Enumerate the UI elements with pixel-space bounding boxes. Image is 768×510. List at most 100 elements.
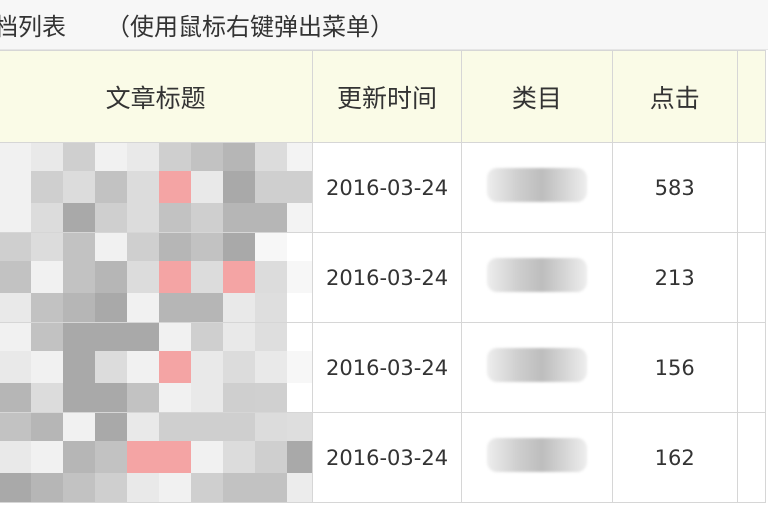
- mosaic-tile: [287, 171, 312, 203]
- mosaic-tile: [63, 351, 95, 383]
- mosaic-tile: [31, 233, 63, 261]
- table-row[interactable]: 2016-03-24 162: [0, 412, 767, 503]
- mosaic-tile: [63, 143, 95, 171]
- list-title-bar: 档列表 （使用鼠标右键弹出菜单）: [0, 0, 768, 50]
- mosaic-tile: [31, 323, 63, 351]
- mosaic-tile: [95, 323, 127, 351]
- mosaic-tile: [223, 293, 255, 322]
- obscured-title: [0, 233, 312, 322]
- mosaic-tile: [255, 473, 287, 502]
- mosaic-tile: [159, 351, 191, 383]
- article-table: 文章标题 更新时间 类目 点击 2016-03-24 583 2016-03-2…: [0, 50, 767, 503]
- mosaic-tile: [159, 441, 191, 473]
- article-title-cell[interactable]: [0, 412, 314, 503]
- mosaic-tile: [63, 473, 95, 502]
- mosaic-tile: [0, 143, 31, 171]
- mosaic-tile: [0, 261, 31, 293]
- mosaic-tile: [191, 233, 223, 261]
- mosaic-tile: [255, 233, 287, 261]
- column-header-extra: [736, 50, 767, 143]
- mosaic-tile: [127, 323, 159, 351]
- table-row[interactable]: 2016-03-24 583: [0, 142, 767, 233]
- mosaic-tile: [191, 171, 223, 203]
- mosaic-tile: [255, 293, 287, 322]
- mosaic-tile: [95, 203, 127, 232]
- updated-date-cell: 2016-03-24: [312, 232, 462, 323]
- mosaic-tile: [63, 441, 95, 473]
- mosaic-tile: [191, 383, 223, 412]
- mosaic-tile: [159, 323, 191, 351]
- table-header-row: 文章标题 更新时间 类目 点击: [0, 50, 767, 143]
- extra-cell: [736, 142, 767, 233]
- updated-date-cell: 2016-03-24: [312, 412, 462, 503]
- mosaic-tile: [95, 143, 127, 171]
- column-header-updated[interactable]: 更新时间: [312, 50, 462, 143]
- article-title-cell[interactable]: [0, 322, 314, 413]
- mosaic-tile: [127, 171, 159, 203]
- mosaic-tile: [127, 413, 159, 441]
- obscured-category: [486, 258, 587, 292]
- clicks-cell: 583: [611, 142, 738, 233]
- mosaic-tile: [223, 413, 255, 441]
- mosaic-tile: [0, 473, 31, 502]
- mosaic-tile: [287, 143, 312, 171]
- article-title-cell[interactable]: [0, 232, 314, 323]
- mosaic-tile: [223, 383, 255, 412]
- table-row[interactable]: 2016-03-24 213: [0, 232, 767, 323]
- mosaic-tile: [127, 473, 159, 502]
- obscured-category: [486, 438, 587, 472]
- mosaic-tile: [31, 413, 63, 441]
- mosaic-tile: [31, 473, 63, 502]
- mosaic-tile: [63, 233, 95, 261]
- column-header-clicks[interactable]: 点击: [611, 50, 738, 143]
- mosaic-tile: [223, 233, 255, 261]
- updated-date-cell: 2016-03-24: [312, 322, 462, 413]
- mosaic-tile: [255, 171, 287, 203]
- mosaic-tile: [95, 171, 127, 203]
- mosaic-tile: [127, 383, 159, 412]
- clicks-cell: 162: [611, 412, 738, 503]
- mosaic-tile: [191, 351, 223, 383]
- mosaic-tile: [255, 203, 287, 232]
- mosaic-tile: [31, 171, 63, 203]
- mosaic-tile: [223, 323, 255, 351]
- mosaic-tile: [127, 203, 159, 232]
- article-title-cell[interactable]: [0, 142, 314, 233]
- mosaic-tile: [191, 323, 223, 351]
- mosaic-tile: [0, 203, 31, 232]
- mosaic-tile: [223, 351, 255, 383]
- category-cell: [460, 322, 613, 413]
- mosaic-tile: [287, 441, 312, 473]
- mosaic-tile: [31, 441, 63, 473]
- mosaic-tile: [95, 413, 127, 441]
- mosaic-tile: [223, 473, 255, 502]
- mosaic-tile: [159, 233, 191, 261]
- column-header-title[interactable]: 文章标题: [0, 50, 314, 143]
- mosaic-tile: [0, 351, 31, 383]
- mosaic-tile: [159, 473, 191, 502]
- mosaic-tile: [191, 143, 223, 171]
- mosaic-tile: [287, 351, 312, 383]
- mosaic-tile: [223, 261, 255, 293]
- mosaic-tile: [127, 351, 159, 383]
- obscured-category: [486, 348, 587, 382]
- column-header-category[interactable]: 类目: [460, 50, 613, 143]
- mosaic-tile: [0, 293, 31, 322]
- clicks-cell: 156: [611, 322, 738, 413]
- mosaic-tile: [191, 413, 223, 441]
- mosaic-tile: [255, 413, 287, 441]
- mosaic-tile: [0, 383, 31, 412]
- obscured-category: [486, 168, 587, 202]
- mosaic-tile: [159, 171, 191, 203]
- mosaic-tile: [31, 293, 63, 322]
- mosaic-tile: [0, 323, 31, 351]
- mosaic-tile: [63, 171, 95, 203]
- mosaic-tile: [159, 143, 191, 171]
- mosaic-tile: [255, 143, 287, 171]
- mosaic-tile: [255, 441, 287, 473]
- table-row[interactable]: 2016-03-24 156: [0, 322, 767, 413]
- obscured-title: [0, 323, 312, 412]
- mosaic-tile: [191, 473, 223, 502]
- mosaic-tile: [159, 293, 191, 322]
- mosaic-tile: [95, 383, 127, 412]
